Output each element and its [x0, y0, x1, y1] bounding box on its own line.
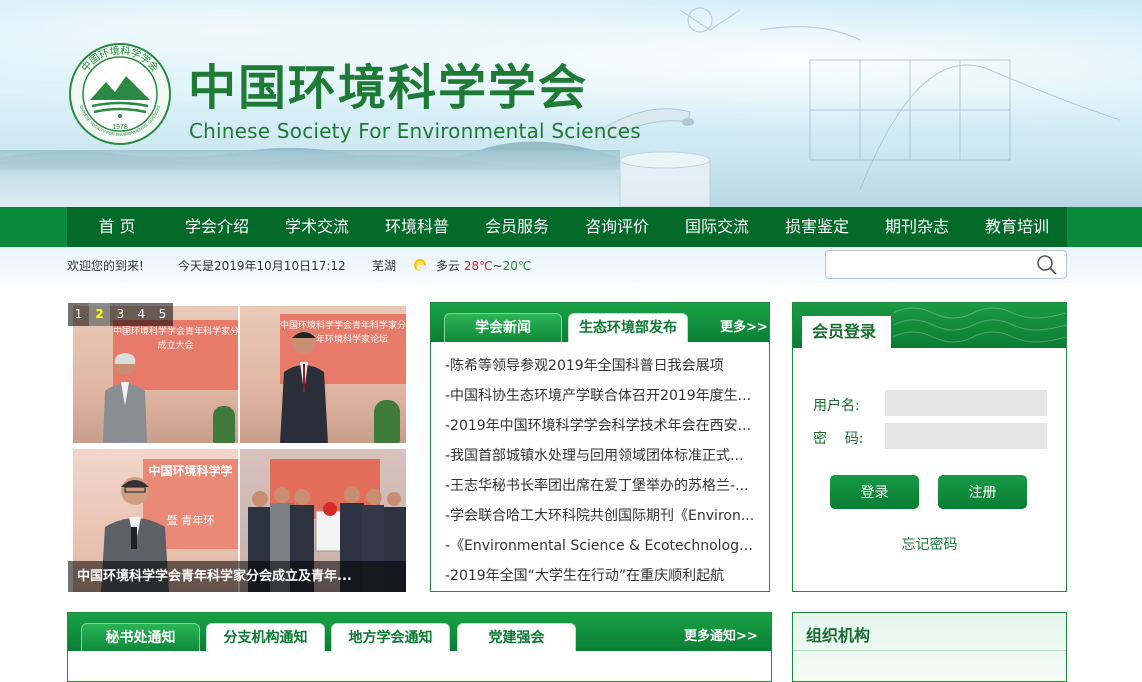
news-item[interactable]: -2019年全国“大学生在行动”在重庆顺利起航	[445, 561, 757, 591]
date-time: 今天是2019年10月10日17:12	[178, 259, 346, 273]
slider-page-3[interactable]: 3	[110, 303, 131, 326]
site-banner: 1978 中国环境科学学会 CHINESE SOCIETY FOR ENVIRO…	[0, 0, 1142, 207]
weather-condition: 多云	[436, 259, 461, 273]
welcome-text: 欢迎您的到来!	[67, 259, 144, 273]
news-more-link[interactable]: 更多>>	[720, 316, 768, 335]
nav-item-science-popularization[interactable]: 环境科普	[367, 207, 467, 247]
password-label: 密 码:	[813, 431, 864, 447]
nav-item-international[interactable]: 国际交流	[667, 207, 767, 247]
member-login-panel: 会员登录 用户名: 密 码: 登录 注册 忘记密码	[792, 302, 1067, 592]
news-item[interactable]: -《Environmental Science & Ecotechnology.…	[445, 531, 757, 561]
password-field[interactable]	[885, 423, 1047, 449]
nav-item-consulting[interactable]: 咨询评价	[567, 207, 667, 247]
society-logo: 1978 中国环境科学学会 CHINESE SOCIETY FOR ENVIRO…	[69, 43, 171, 145]
nav-item-journals[interactable]: 期刊杂志	[867, 207, 967, 247]
news-item[interactable]: -我国首部城镇水处理与回用领域团体标准正式...	[445, 441, 757, 471]
photo-slider[interactable]: 中国环境科学学会青年科学家分会 成立大会 中国环境科学学会青年科学家分会 暨青年…	[68, 303, 406, 592]
tab-party-building[interactable]: 党建强会	[457, 623, 576, 651]
plant-decoration	[374, 400, 400, 443]
notice-more-link[interactable]: 更多通知>>	[684, 625, 758, 644]
register-button[interactable]: 注册	[938, 475, 1027, 509]
news-item[interactable]: -中国科协生态环境产学联合体召开2019年度生...	[445, 381, 757, 411]
news-panel: 学会新闻 生态环境部发布 更多>> -陈希等领导参观2019年全国科普日我会展项…	[430, 302, 770, 592]
banner-lake	[0, 150, 620, 207]
search-icon[interactable]	[1036, 254, 1058, 276]
news-item[interactable]: -陈希等领导参观2019年全国科普日我会展项	[445, 351, 757, 381]
temp-low: 20℃	[502, 259, 532, 273]
username-label: 用户名:	[813, 398, 860, 414]
nav-item-about[interactable]: 学会介绍	[167, 207, 267, 247]
banner-lab-graphic	[599, 7, 1121, 207]
logo-year: 1978	[112, 124, 128, 131]
city-name: 芜湖	[372, 259, 397, 273]
header-pattern	[893, 307, 1066, 343]
slider-page-5[interactable]: 5	[152, 303, 173, 326]
news-item[interactable]: -2019年中国环境科学学会科学技术年会在西安...	[445, 411, 757, 441]
org-header: 组织机构	[793, 613, 1066, 651]
tab-society-news[interactable]: 学会新闻	[444, 313, 562, 342]
speaker-figure	[103, 353, 147, 443]
news-item[interactable]: -学会联合哈工大环科院共创国际期刊《Environ...	[445, 501, 757, 531]
slider-caption[interactable]: 中国环境科学学会青年科学家分会成立及青年...	[68, 561, 406, 592]
slider-page-4[interactable]: 4	[131, 303, 152, 326]
slider-photo-2: 中国环境科学学会青年科学家分会 暨青年环境科学家论坛	[240, 306, 406, 443]
news-item[interactable]: -王志华秘书长率团出席在爱丁堡举办的苏格兰-...	[445, 471, 757, 501]
news-list: -陈希等领导参观2019年全国科普日我会展项 -中国科协生态环境产学联合体召开2…	[445, 351, 757, 591]
notice-tabbar: 秘书处通知 分支机构通知 地方学会通知 党建强会 更多通知>>	[68, 613, 771, 651]
org-title: 组织机构	[806, 626, 871, 645]
temp-high: 28℃	[463, 259, 493, 273]
login-button[interactable]: 登录	[830, 475, 919, 509]
site-title-cn: 中国环境科学学会	[188, 60, 589, 116]
slider-page-1[interactable]: 1	[68, 303, 89, 326]
temp-separator: ~	[492, 259, 503, 273]
tab-branch-notice[interactable]: 分支机构通知	[206, 623, 325, 651]
speaker-figure	[280, 330, 328, 443]
tab-secretariat-notice[interactable]: 秘书处通知	[81, 623, 200, 651]
search-input[interactable]	[832, 254, 1032, 275]
tab-ministry-releases[interactable]: 生态环境部发布	[568, 313, 688, 342]
nav-item-academic[interactable]: 学术交流	[267, 207, 367, 247]
tab-local-society-notice[interactable]: 地方学会通知	[331, 623, 450, 651]
nav-item-damage-assessment[interactable]: 损害鉴定	[767, 207, 867, 247]
login-header: 会员登录	[793, 303, 1066, 348]
nav-item-member-service[interactable]: 会员服务	[467, 207, 567, 247]
slider-photo-1: 中国环境科学学会青年科学家分会 成立大会	[73, 306, 238, 443]
news-tabbar: 学会新闻 生态环境部发布 更多>>	[431, 303, 769, 342]
search-box	[825, 250, 1067, 279]
site-title-en: Chinese Society For Environmental Scienc…	[189, 119, 641, 143]
username-field[interactable]	[885, 390, 1047, 416]
main-nav-inner: 首 页 学会介绍 学术交流 环境科普 会员服务 咨询评价 国际交流 损害鉴定 期…	[67, 207, 1067, 247]
slider-page-2[interactable]: 2	[89, 303, 110, 326]
nav-item-home[interactable]: 首 页	[67, 207, 167, 247]
nav-item-training[interactable]: 教育培训	[967, 207, 1067, 247]
login-title: 会员登录	[802, 316, 891, 348]
main-nav: 首 页 学会介绍 学术交流 环境科普 会员服务 咨询评价 国际交流 损害鉴定 期…	[0, 207, 1142, 247]
forgot-password-link[interactable]: 忘记密码	[793, 534, 1066, 554]
weather-text: 多云 28℃~20℃	[436, 257, 531, 274]
screen-text: 中国环境科学学会青年科学家分会	[113, 327, 238, 337]
slider-pagination: 1 2 3 4 5	[68, 303, 173, 326]
sun-cloud-icon	[414, 259, 427, 271]
plant-decoration	[213, 406, 235, 443]
